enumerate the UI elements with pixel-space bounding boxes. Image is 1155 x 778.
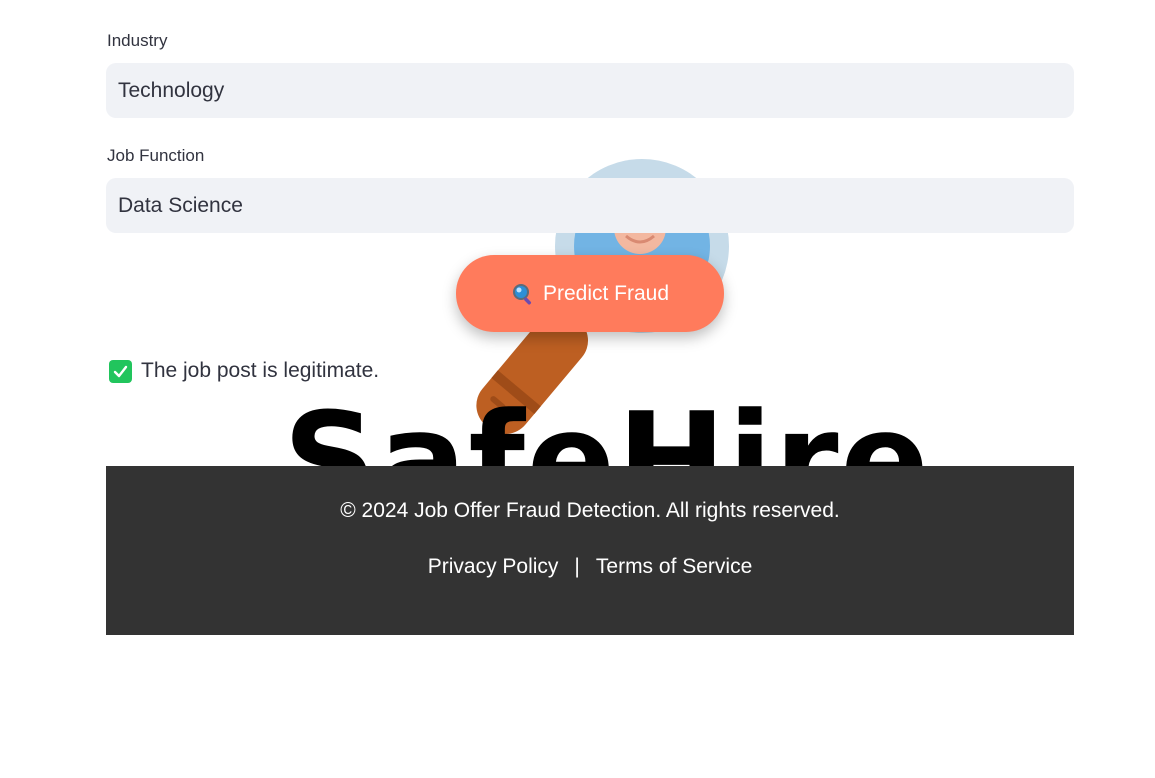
check-icon: [109, 359, 132, 383]
privacy-policy-link[interactable]: Privacy Policy: [428, 555, 559, 579]
footer-separator: |: [574, 555, 580, 578]
predict-fraud-button[interactable]: Predict Fraud: [456, 255, 724, 332]
industry-select-value: Technology: [118, 78, 225, 102]
job-function-select-value: Data Science: [118, 193, 243, 217]
footer-copyright: © 2024 Job Offer Fraud Detection. All ri…: [340, 499, 840, 522]
app-page: SafeHire Industry Technology Job Functio…: [0, 0, 1155, 778]
prediction-result: The job post is legitimate.: [109, 359, 379, 383]
footer: © 2024 Job Offer Fraud Detection. All ri…: [106, 466, 1074, 635]
magnifier-icon: [512, 283, 532, 305]
terms-of-service-link[interactable]: Terms of Service: [596, 555, 752, 579]
footer-links: Privacy Policy | Terms of Service: [106, 555, 1074, 579]
job-function-select[interactable]: Data Science: [106, 178, 1074, 233]
job-function-label: Job Function: [107, 146, 205, 165]
industry-select[interactable]: Technology: [106, 63, 1074, 118]
result-text: The job post is legitimate.: [141, 359, 380, 382]
predict-fraud-label: Predict Fraud: [542, 281, 670, 305]
industry-label: Industry: [107, 31, 168, 50]
